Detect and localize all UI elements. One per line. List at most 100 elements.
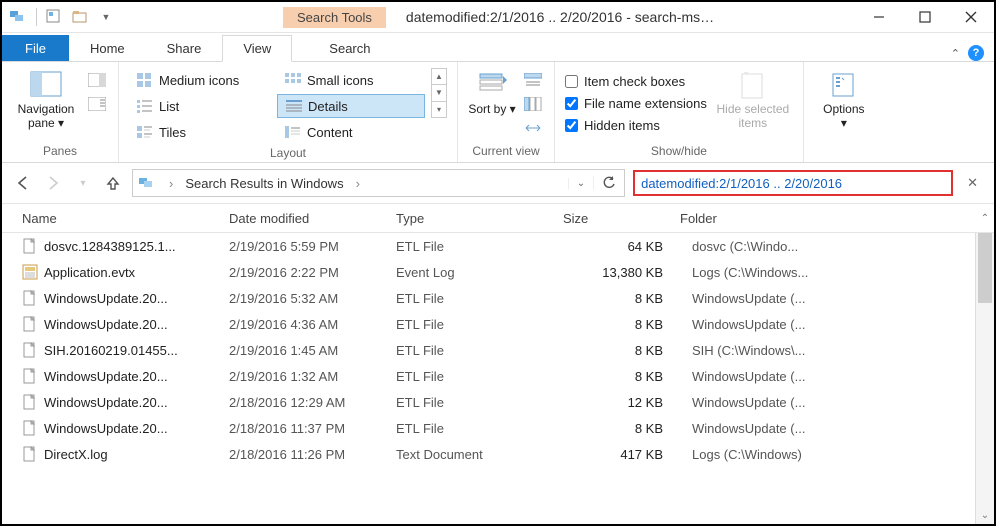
scrollbar-thumb[interactable] — [978, 233, 992, 303]
table-row[interactable]: DirectX.log2/18/2016 11:26 PMText Docume… — [2, 441, 976, 467]
file-folder: WindowsUpdate (... — [684, 421, 976, 436]
new-folder-icon[interactable] — [69, 6, 91, 28]
details-pane-icon[interactable] — [86, 94, 108, 114]
ribbon-tabs: File Home Share View Search ⌃ ? — [2, 33, 994, 62]
search-box[interactable]: datemodified:2/1/2016 .. 2/20/2016 — [633, 170, 953, 196]
col-type[interactable]: Type — [388, 211, 555, 226]
layout-tiles[interactable]: Tiles — [129, 120, 275, 144]
check-hidden-items[interactable]: Hidden items — [565, 114, 707, 136]
size-columns-icon[interactable] — [522, 118, 544, 138]
table-row[interactable]: WindowsUpdate.20...2/18/2016 12:29 AMETL… — [2, 389, 976, 415]
table-row[interactable]: WindowsUpdate.20...2/19/2016 5:32 AMETL … — [2, 285, 976, 311]
quick-access-toolbar: ▼ — [2, 6, 123, 28]
breadcrumb-chevron[interactable]: › — [350, 176, 366, 191]
properties-icon[interactable] — [43, 6, 65, 28]
file-name: dosvc.1284389125.1... — [44, 239, 176, 254]
file-folder: WindowsUpdate (... — [684, 395, 976, 410]
file-folder: WindowsUpdate (... — [684, 291, 976, 306]
group-label-layout: Layout — [270, 144, 306, 160]
back-button[interactable] — [12, 172, 34, 194]
qat-customize-icon[interactable]: ▼ — [95, 6, 117, 28]
maximize-button[interactable] — [902, 2, 948, 32]
add-columns-icon[interactable] — [522, 94, 544, 114]
col-date[interactable]: Date modified — [221, 211, 388, 226]
group-label-panes: Panes — [43, 142, 77, 158]
scrollbar-track[interactable] — [976, 233, 994, 506]
col-name[interactable]: Name — [2, 211, 221, 226]
close-button[interactable] — [948, 2, 994, 32]
up-button[interactable] — [102, 172, 124, 194]
file-name: Application.evtx — [44, 265, 135, 280]
file-icon — [22, 342, 38, 358]
col-folder[interactable]: Folder — [672, 211, 976, 226]
table-row[interactable]: WindowsUpdate.20...2/19/2016 1:32 AMETL … — [2, 363, 976, 389]
table-row[interactable]: SIH.20160219.01455...2/19/2016 1:45 AMET… — [2, 337, 976, 363]
sort-by-button[interactable]: Sort by ▾ — [468, 68, 516, 142]
file-type: ETL File — [388, 369, 555, 384]
layout-content-label: Content — [307, 125, 353, 140]
breadcrumb-root[interactable]: Search Results in Windows — [179, 176, 349, 191]
scroll-up-arrow[interactable]: ⌃ — [976, 213, 994, 224]
vertical-scrollbar[interactable]: ⌄ — [975, 233, 994, 524]
file-size: 13,380 KB — [555, 265, 684, 280]
file-icon — [22, 394, 38, 410]
file-icon — [22, 238, 38, 254]
file-type: ETL File — [388, 343, 555, 358]
address-bar[interactable]: › Search Results in Windows › ⌄ — [132, 169, 625, 197]
ribbon-group-options: Options▾ — [804, 62, 884, 162]
window-title: datemodified:2/1/2016 .. 2/20/2016 - sea… — [406, 9, 716, 25]
layout-small-icons[interactable]: Small icons — [277, 68, 425, 92]
navigation-pane-button[interactable]: Navigation pane ▾ — [12, 68, 80, 142]
layout-content[interactable]: Content — [277, 120, 425, 144]
file-folder: SIH (C:\Windows\... — [684, 343, 976, 358]
address-history-dropdown[interactable]: ⌄ — [568, 178, 593, 189]
tab-file[interactable]: File — [2, 35, 69, 61]
recent-locations-button[interactable]: ▾ — [72, 172, 94, 194]
title-bar: ▼ Search Tools datemodified:2/1/2016 .. … — [2, 2, 994, 33]
check-item-check-boxes[interactable]: Item check boxes — [565, 70, 707, 92]
options-button[interactable]: Options▾ — [814, 68, 874, 142]
help-icon[interactable]: ? — [968, 45, 984, 61]
table-row[interactable]: WindowsUpdate.20...2/19/2016 4:36 AMETL … — [2, 311, 976, 337]
file-name: SIH.20160219.01455... — [44, 343, 178, 358]
check-hidden-label: Hidden items — [584, 118, 660, 133]
file-size: 8 KB — [555, 317, 684, 332]
file-icon — [22, 420, 38, 436]
layout-details-label: Details — [308, 99, 348, 114]
layout-details[interactable]: Details — [277, 94, 425, 118]
current-view-mini — [522, 68, 544, 138]
file-date: 2/19/2016 4:36 AM — [221, 317, 388, 332]
table-row[interactable]: WindowsUpdate.20...2/18/2016 11:37 PMETL… — [2, 415, 976, 441]
check-file-extensions[interactable]: File name extensions — [565, 92, 707, 114]
forward-button[interactable] — [42, 172, 64, 194]
file-icon — [22, 316, 38, 332]
group-by-icon[interactable] — [522, 70, 544, 90]
tab-search[interactable]: Search — [308, 35, 391, 61]
scroll-down-arrow[interactable]: ⌄ — [976, 506, 994, 524]
preview-pane-icon[interactable] — [86, 70, 108, 90]
refresh-button[interactable] — [593, 176, 624, 190]
ribbon-collapse-icon[interactable]: ⌃ — [951, 47, 960, 60]
contextual-tab-label: Search Tools — [283, 7, 386, 28]
tab-home[interactable]: Home — [69, 35, 146, 61]
breadcrumb-chevron[interactable]: › — [163, 176, 179, 191]
options-label: Options▾ — [823, 102, 864, 131]
search-query-text: datemodified:2/1/2016 .. 2/20/2016 — [641, 176, 842, 191]
file-size: 8 KB — [555, 291, 684, 306]
ribbon-group-current-view: Sort by ▾ Current view — [458, 62, 555, 162]
layout-small-label: Small icons — [307, 73, 373, 88]
table-row[interactable]: Application.evtx2/19/2016 2:22 PMEvent L… — [2, 259, 976, 285]
tab-view[interactable]: View — [222, 35, 292, 62]
file-size: 417 KB — [555, 447, 684, 462]
col-size[interactable]: Size — [555, 211, 672, 226]
file-type: ETL File — [388, 421, 555, 436]
table-row[interactable]: dosvc.1284389125.1...2/19/2016 5:59 PMET… — [2, 233, 976, 259]
explorer-app-icon — [8, 6, 30, 28]
layout-list[interactable]: List — [129, 94, 275, 118]
layout-medium-icons[interactable]: Medium icons — [129, 68, 275, 92]
layout-gallery-spinner[interactable]: ▲▼▾ — [431, 68, 447, 118]
group-label-current-view: Current view — [472, 142, 539, 158]
clear-search-button[interactable]: ✕ — [961, 175, 984, 191]
minimize-button[interactable] — [856, 2, 902, 32]
tab-share[interactable]: Share — [146, 35, 223, 61]
